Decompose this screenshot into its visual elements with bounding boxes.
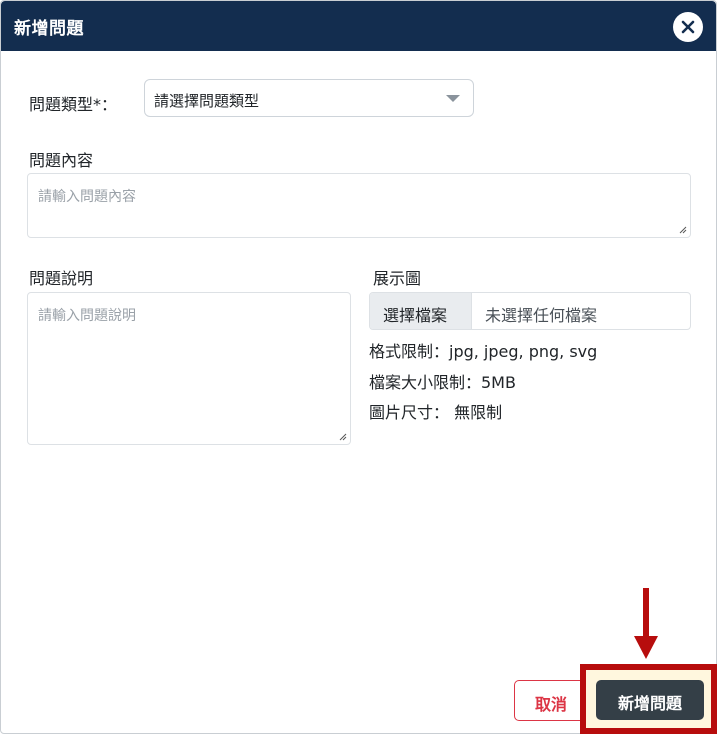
question-content-label: 問題內容 bbox=[29, 151, 94, 170]
file-status-text: 未選擇任何檔案 bbox=[485, 306, 598, 325]
resize-grip-icon[interactable] bbox=[339, 433, 347, 441]
cancel-button-label: 取消 bbox=[534, 695, 567, 714]
question-content-placeholder: 請輸入問題內容 bbox=[38, 189, 136, 205]
choose-file-button[interactable]: 選擇檔案 bbox=[370, 293, 472, 329]
size-limit-text: 檔案大小限制：5MB bbox=[369, 373, 516, 392]
dialog-header: 新增問題 bbox=[1, 1, 716, 51]
choose-file-label: 選擇檔案 bbox=[383, 306, 448, 325]
question-content-textarea[interactable]: 請輸入問題內容 bbox=[27, 173, 691, 238]
close-button[interactable] bbox=[673, 12, 703, 42]
question-type-label: 問題類型*： bbox=[29, 95, 118, 114]
format-limit-text: 格式限制：jpg, jpeg, png, svg bbox=[369, 342, 598, 361]
question-description-placeholder: 請輸入問題說明 bbox=[38, 308, 136, 324]
add-question-button[interactable]: 新增問題 bbox=[596, 680, 704, 720]
dimension-limit-text: 圖片尺寸： 無限制 bbox=[369, 403, 503, 422]
arrow-down-icon bbox=[634, 588, 658, 659]
question-description-label: 問題說明 bbox=[29, 269, 94, 288]
resize-grip-icon[interactable] bbox=[679, 226, 687, 234]
question-description-textarea[interactable]: 請輸入問題說明 bbox=[27, 292, 351, 445]
dialog-title: 新增問題 bbox=[14, 19, 84, 39]
add-question-button-label: 新增問題 bbox=[617, 694, 682, 713]
question-type-selected-value: 請選擇問題類型 bbox=[154, 92, 260, 110]
close-icon bbox=[681, 20, 695, 34]
cancel-button[interactable]: 取消 bbox=[514, 680, 588, 721]
question-type-select[interactable]: 請選擇問題類型 bbox=[144, 79, 474, 117]
display-image-label: 展示圖 bbox=[373, 269, 422, 288]
add-question-dialog: 新增問題 問題類型*： 請選擇問題類型 問題內容 請輸入問題內容 問題說明 請輸… bbox=[0, 0, 717, 734]
image-file-input[interactable]: 選擇檔案 未選擇任何檔案 bbox=[369, 292, 691, 330]
chevron-down-icon bbox=[446, 95, 460, 102]
